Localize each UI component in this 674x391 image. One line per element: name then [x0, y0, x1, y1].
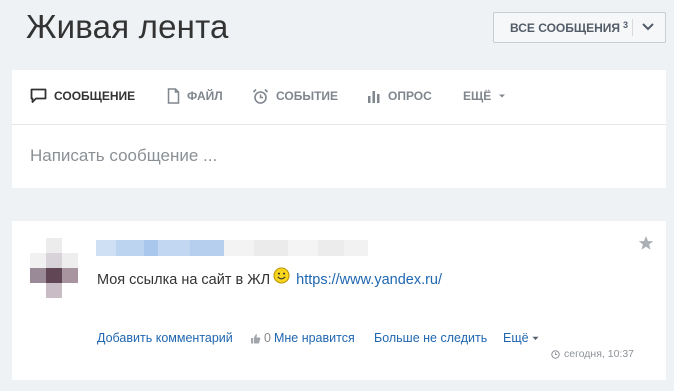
timestamp-text: сегодня, 10:37 — [564, 348, 635, 360]
tab-event[interactable]: СОБЫТИЕ — [252, 86, 338, 106]
message-icon — [30, 88, 47, 103]
caret-down-icon — [532, 337, 539, 341]
more-actions-button[interactable]: Ещё — [503, 331, 539, 345]
tab-more-label: ЕЩЁ — [463, 89, 492, 103]
composer-tabs: СООБЩЕНИЕ ФАЙЛ СОБЫТИЕ ОПРОС ЕЩЁ — [12, 70, 666, 125]
filter-dropdown-button[interactable]: ВСЕ СООБЩЕНИЯ 3 — [493, 12, 666, 43]
tab-message-label: СООБЩЕНИЕ — [54, 89, 136, 103]
tab-more[interactable]: ЕЩЁ — [463, 86, 506, 106]
post-text: Моя ссылка на сайт в ЖЛ — [97, 271, 271, 288]
feed-post: Моя ссылка на сайт в ЖЛ https://www.yand… — [12, 221, 666, 380]
tab-message[interactable]: СООБЩЕНИЕ — [30, 86, 135, 106]
like-label: Мне нравится — [273, 331, 355, 345]
tab-file-label: ФАЙЛ — [187, 89, 223, 103]
add-comment-link[interactable]: Добавить комментарий — [97, 331, 233, 345]
message-input[interactable]: Написать сообщение ... — [30, 146, 217, 166]
page-title: Живая лента — [26, 8, 229, 45]
post-composer: СООБЩЕНИЕ ФАЙЛ СОБЫТИЕ ОПРОС ЕЩЁ Написат… — [12, 70, 666, 188]
tab-file[interactable]: ФАЙЛ — [167, 86, 223, 106]
star-icon[interactable] — [638, 235, 654, 251]
poll-icon — [368, 90, 380, 103]
tab-poll[interactable]: ОПРОС — [367, 86, 432, 106]
unfollow-link[interactable]: Больше не следить — [374, 331, 487, 345]
tab-poll-label: ОПРОС — [388, 89, 432, 103]
thumbs-up-icon — [251, 333, 261, 343]
smiley-icon — [273, 267, 290, 284]
file-icon — [167, 88, 180, 104]
avatar — [30, 238, 78, 298]
alarm-clock-icon — [252, 88, 269, 104]
filter-separator — [632, 19, 633, 36]
tab-event-label: СОБЫТИЕ — [276, 89, 339, 103]
post-timestamp: сегодня, 10:37 — [551, 348, 634, 360]
post-link[interactable]: https://www.yandex.ru/ — [296, 272, 442, 288]
caret-down-icon — [499, 94, 506, 98]
author-name-blurred[interactable] — [96, 240, 368, 256]
filter-label: ВСЕ СООБЩЕНИЯ — [510, 20, 621, 35]
like-count: 0 — [264, 331, 271, 345]
more-actions-label: Ещё — [503, 331, 529, 345]
chevron-down-icon — [642, 23, 654, 31]
like-button[interactable]: 0 Мне нравится — [250, 331, 355, 345]
filter-count-badge: 3 — [623, 19, 629, 30]
clock-icon — [551, 349, 560, 359]
post-body: Моя ссылка на сайт в ЖЛ https://www.yand… — [97, 267, 442, 288]
